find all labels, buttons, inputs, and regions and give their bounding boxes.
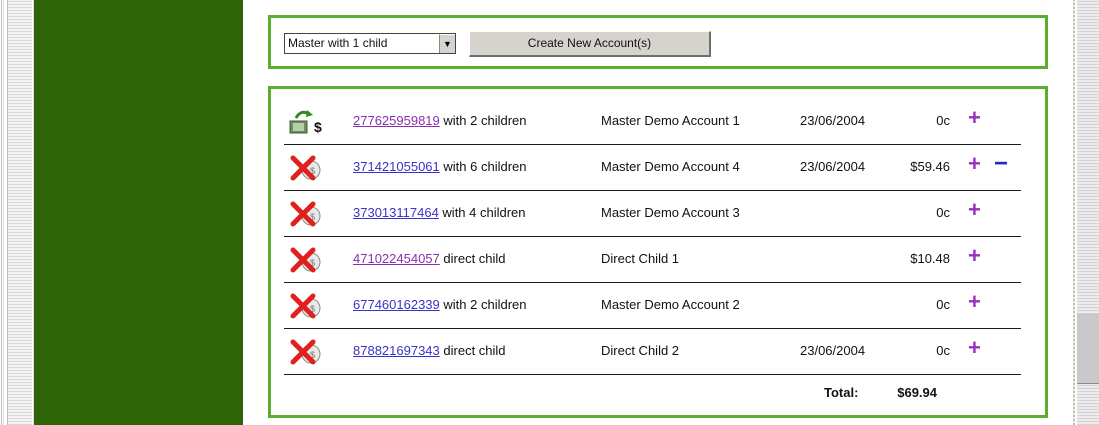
- account-type-select-value: Master with 1 child: [288, 36, 388, 50]
- account-relation: with 2 children: [443, 113, 527, 128]
- account-number-link[interactable]: 277625959819: [353, 113, 440, 128]
- add-child-button[interactable]: +: [968, 337, 981, 359]
- account-cell: 878821697343 direct child: [353, 343, 506, 358]
- account-balance: 0c: [936, 297, 950, 312]
- table-row: $277625959819 with 2 children Master Demo…: [284, 98, 1021, 145]
- sidebar-panel: [34, 0, 243, 425]
- account-number-link[interactable]: 371421055061: [353, 159, 440, 174]
- chevron-down-icon[interactable]: ▼: [439, 34, 455, 53]
- right-frame: [1063, 0, 1099, 425]
- account-cell: 373013117464 with 4 children: [353, 205, 526, 220]
- account-balance: 0c: [936, 343, 950, 358]
- add-child-button[interactable]: +: [968, 245, 981, 267]
- account-name: Master Demo Account 4: [601, 159, 740, 174]
- table-row: $471022454057 direct child Direct Child 1…: [284, 236, 1021, 283]
- account-number-link[interactable]: 878821697343: [353, 343, 440, 358]
- table-row: $373013117464 with 4 children Master Demo…: [284, 190, 1021, 237]
- account-cell: 371421055061 with 6 children: [353, 159, 527, 174]
- cancelled-account-icon: $: [287, 201, 327, 227]
- add-child-button[interactable]: +: [968, 153, 981, 175]
- frame-texture: [8, 0, 32, 425]
- account-name: Direct Child 2: [601, 343, 680, 358]
- account-balance: 0c: [936, 205, 950, 220]
- window-left-frame: [0, 0, 34, 425]
- account-name: Master Demo Account 1: [601, 113, 740, 128]
- account-date: 23/06/2004: [800, 343, 866, 358]
- table-row: $878821697343 direct child Direct Child 2…: [284, 328, 1021, 375]
- accounts-list: $277625959819 with 2 children Master Demo…: [268, 86, 1048, 418]
- account-number-link[interactable]: 471022454057: [353, 251, 440, 266]
- add-child-button[interactable]: +: [968, 291, 981, 313]
- frame-divider: [1073, 0, 1075, 425]
- account-number-link[interactable]: 373013117464: [353, 205, 439, 220]
- account-relation: with 6 children: [443, 159, 527, 174]
- account-name: Master Demo Account 3: [601, 205, 740, 220]
- account-type-select[interactable]: Master with 1 child ▼: [284, 33, 456, 54]
- account-cell: 677460162339 with 2 children: [353, 297, 527, 312]
- account-relation: with 4 children: [442, 205, 526, 220]
- total-label: Total:: [824, 385, 859, 400]
- table-row: $371421055061 with 6 children Master Demo…: [284, 144, 1021, 191]
- add-child-button[interactable]: +: [968, 199, 981, 221]
- account-balance: 0c: [936, 113, 950, 128]
- account-relation: with 2 children: [443, 297, 527, 312]
- account-date: 23/06/2004: [800, 113, 866, 128]
- account-name: Master Demo Account 2: [601, 297, 740, 312]
- create-account-toolbar: Master with 1 child ▼ Create New Account…: [268, 15, 1048, 69]
- account-relation: direct child: [443, 343, 506, 358]
- cancelled-account-icon: $: [287, 247, 327, 273]
- account-balance: $59.46: [910, 159, 950, 174]
- remove-child-button[interactable]: −: [994, 152, 1008, 176]
- svg-text:$: $: [314, 119, 322, 135]
- total-value: $69.94: [897, 385, 937, 400]
- cancelled-account-icon: $: [287, 339, 327, 365]
- account-number-link[interactable]: 677460162339: [353, 297, 440, 312]
- account-cell: 471022454057 direct child: [353, 251, 506, 266]
- account-date: 23/06/2004: [800, 159, 866, 174]
- cancelled-account-icon: $: [287, 293, 327, 319]
- account-relation: direct child: [443, 251, 506, 266]
- cancelled-account-icon: $: [287, 155, 327, 181]
- create-new-accounts-button[interactable]: Create New Account(s): [469, 31, 711, 57]
- money-transfer-icon: $: [287, 109, 327, 135]
- account-cell: 277625959819 with 2 children: [353, 113, 527, 128]
- table-row: $677460162339 with 2 children Master Demo…: [284, 282, 1021, 329]
- account-balance: $10.48: [910, 251, 950, 266]
- account-name: Direct Child 1: [601, 251, 680, 266]
- scrollbar-thumb[interactable]: [1077, 312, 1099, 384]
- add-child-button[interactable]: +: [968, 107, 981, 129]
